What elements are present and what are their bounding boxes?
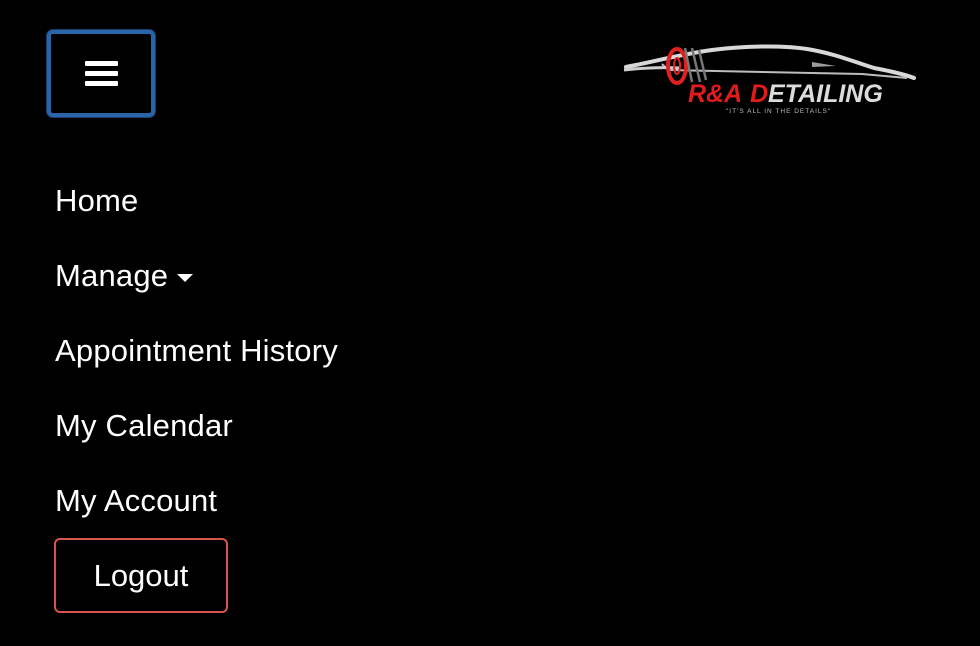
nav-link-my-calendar[interactable]: My Calendar [55, 403, 233, 449]
nav-item-appointment-history: Appointment History [55, 328, 338, 403]
nav-item-my-calendar: My Calendar [55, 403, 338, 478]
navbar: R&A D ETAILING "IT'S ALL IN THE DETAILS"… [0, 0, 980, 646]
hamburger-icon [84, 61, 118, 86]
brand-logo[interactable]: R&A D ETAILING "IT'S ALL IN THE DETAILS" [622, 40, 917, 120]
navbar-toggle-button[interactable] [47, 30, 155, 117]
nav-link-appointment-history[interactable]: Appointment History [55, 328, 338, 374]
nav-menu: Home Manage Appointment History My Calen… [55, 178, 338, 553]
nav-item-home: Home [55, 178, 338, 253]
caret-down-icon [177, 273, 194, 282]
brand-name-d: D [750, 80, 768, 108]
brand-name-red: R&A [688, 80, 742, 108]
nav-item-manage: Manage [55, 253, 338, 328]
brand-tagline: "IT'S ALL IN THE DETAILS" [726, 108, 831, 115]
brand-name-white: ETAILING [768, 80, 883, 108]
nav-link-manage-dropdown[interactable]: Manage [55, 253, 194, 299]
car-silhouette-icon: R&A D ETAILING "IT'S ALL IN THE DETAILS" [623, 44, 916, 115]
nav-link-my-account[interactable]: My Account [55, 478, 217, 524]
nav-link-home[interactable]: Home [55, 178, 139, 224]
nav-link-manage-label: Manage [55, 258, 169, 293]
logout-button[interactable]: Logout [54, 538, 228, 613]
